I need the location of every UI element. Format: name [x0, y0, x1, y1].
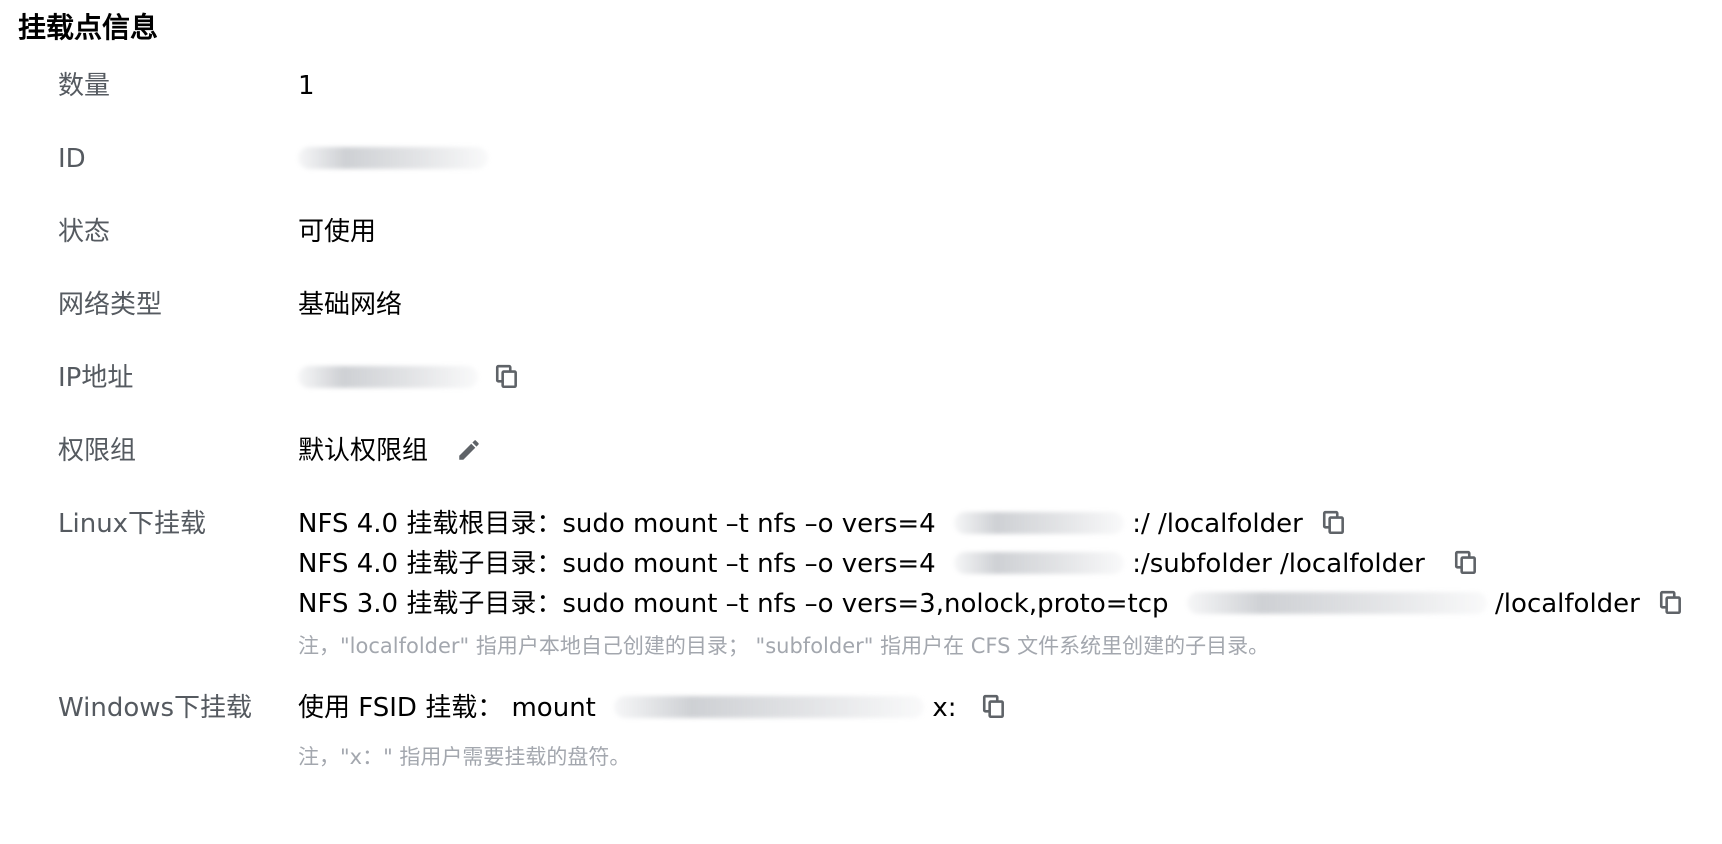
- status-value: 可使用: [298, 217, 377, 247]
- network-type-label: 网络类型: [58, 290, 163, 320]
- copy-icon[interactable]: [981, 694, 1007, 720]
- redacted-fsid: [614, 695, 925, 718]
- linux-mount-label: Linux下挂载: [58, 509, 207, 539]
- count-value: 1: [298, 71, 315, 101]
- linux-nfs4-root-path: :/ /localfolder: [1132, 509, 1303, 539]
- windows-mount-label: Windows下挂载: [58, 693, 253, 723]
- id-value: [298, 139, 488, 179]
- ip-label: IP地址: [58, 363, 134, 393]
- copy-icon[interactable]: [1321, 510, 1347, 536]
- permission-group-name: 默认权限组: [298, 436, 429, 466]
- copy-icon[interactable]: [494, 364, 520, 390]
- windows-mount-note: 注，"x：" 指用户需要挂载的盘符。: [298, 745, 631, 769]
- windows-mount-command: 使用 FSID 挂载： mount: [298, 693, 596, 723]
- count-label: 数量: [58, 71, 111, 101]
- linux-nfs3-sub-path: /localfolder: [1495, 589, 1640, 619]
- redacted-ip: [298, 365, 478, 388]
- pencil-icon[interactable]: [456, 437, 482, 463]
- windows-mount-drive: x:: [932, 693, 957, 723]
- permission-group-value: 默认权限组: [298, 431, 482, 471]
- linux-nfs3-sub-line: NFS 3.0 挂载子目录：sudo mount –t nfs –o vers=…: [298, 584, 1684, 624]
- redacted-ip: [953, 551, 1124, 574]
- linux-nfs4-sub-line: NFS 4.0 挂载子目录：sudo mount –t nfs –o vers=…: [298, 544, 1479, 584]
- redacted-id: [298, 146, 488, 169]
- id-label: ID: [58, 144, 86, 174]
- ip-value: [298, 358, 520, 398]
- permission-group-label: 权限组: [58, 436, 137, 466]
- linux-nfs4-root-line: NFS 4.0 挂载根目录：sudo mount –t nfs –o vers=…: [298, 504, 1347, 544]
- linux-nfs4-sub-command: NFS 4.0 挂载子目录：sudo mount –t nfs –o vers=…: [298, 549, 936, 579]
- linux-nfs3-sub-command: NFS 3.0 挂载子目录：sudo mount –t nfs –o vers=…: [298, 589, 1169, 619]
- redacted-ip: [953, 511, 1124, 534]
- linux-nfs4-sub-path: :/subfolder /localfolder: [1132, 549, 1425, 579]
- status-label: 状态: [58, 217, 111, 247]
- section-title: 挂载点信息: [18, 11, 159, 44]
- network-type-value: 基础网络: [298, 290, 403, 320]
- linux-nfs4-root-command: NFS 4.0 挂载根目录：sudo mount –t nfs –o vers=…: [298, 509, 936, 539]
- redacted-fsid: [1186, 591, 1487, 614]
- copy-icon[interactable]: [1658, 590, 1684, 616]
- copy-icon[interactable]: [1453, 550, 1479, 576]
- windows-mount-line: 使用 FSID 挂载： mount x:: [298, 688, 1007, 728]
- linux-mount-note: 注，"localfolder" 指用户本地自己创建的目录； "subfolder…: [298, 634, 1270, 658]
